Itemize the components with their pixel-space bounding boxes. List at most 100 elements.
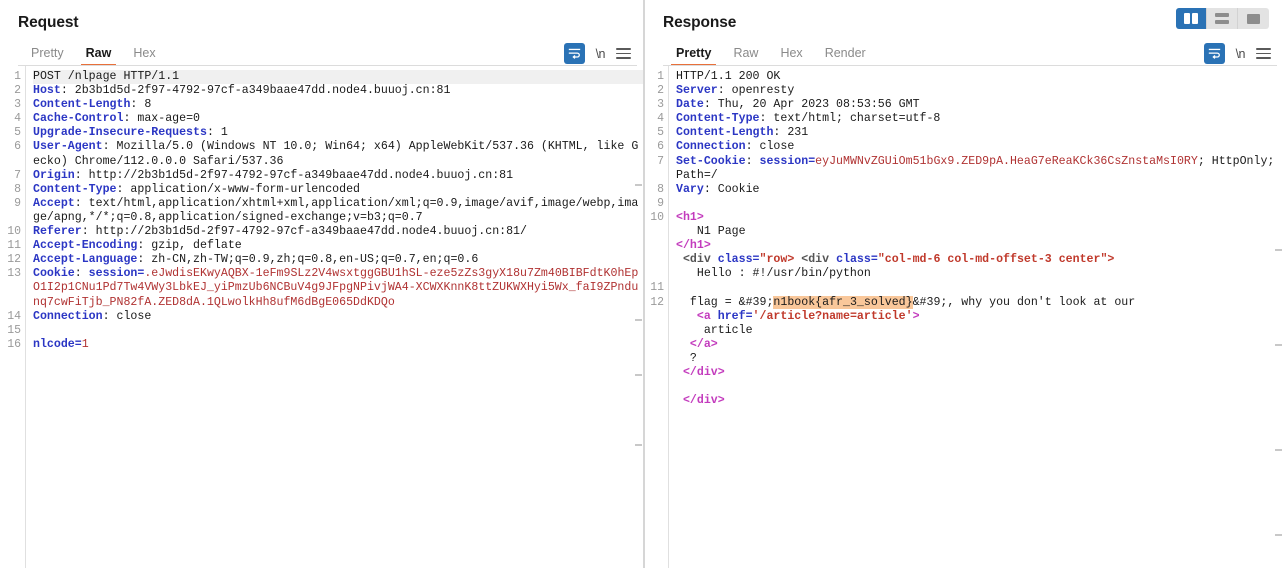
layout-stacked-button[interactable]: [1207, 8, 1238, 29]
code-line: POST /nlpage HTTP/1.1: [33, 70, 645, 85]
line-number: 6: [14, 140, 21, 154]
line-number: 3: [657, 98, 664, 112]
request-line-numbers: 123456 789 10 11 12 13 14 15 16: [0, 66, 26, 568]
code-token: : gzip, deflate: [137, 239, 242, 253]
code-token: <a: [676, 309, 718, 323]
code-token: Vary: [676, 182, 704, 196]
menu-icon[interactable]: [1256, 48, 1271, 59]
code-token: : text/html; charset=utf-8: [759, 112, 941, 126]
code-line: Accept: text/html,application/xhtml+xml,…: [33, 197, 645, 225]
code-token: Content-Type: [676, 112, 760, 126]
request-header: Request Pretty Raw Hex \n: [0, 0, 645, 66]
line-number: [645, 338, 668, 352]
response-line-numbers: 1234567 8 9 10 11 12: [645, 66, 669, 568]
code-token: </div>: [676, 394, 725, 408]
code-line: </a>: [676, 338, 1285, 352]
code-line: Connection: close: [33, 310, 645, 324]
code-token: </a>: [676, 337, 718, 351]
line-number: [645, 380, 668, 394]
code-token: &#39;, why you don't look at our: [912, 295, 1136, 309]
code-token: : Thu, 20 Apr 2023 08:53:56 GMT: [703, 98, 920, 112]
code-token: Cache-Control: [33, 112, 124, 126]
code-line: Referer: http://2b3b1d5d-2f97-4792-97cf-…: [33, 225, 645, 239]
response-panel: Response Pretty Raw Hex Render \n 1 2 3 …: [645, 0, 1285, 568]
line-number: 11: [7, 239, 21, 253]
response-scroll-rail[interactable]: [1274, 144, 1283, 566]
code-token: nlcode=: [33, 337, 82, 351]
code-line: Host: 2b3b1d5d-2f97-4792-97cf-a349baae47…: [33, 84, 645, 98]
scroll-tick: [1275, 449, 1282, 451]
code-token: Content-Length: [33, 98, 131, 112]
code-token: Host: [33, 84, 61, 98]
word-wrap-icon[interactable]: [563, 43, 585, 64]
tab-response-pretty[interactable]: Pretty: [665, 46, 722, 66]
highlighted-flag: n1book{afr_3_solved}: [773, 295, 913, 309]
code-token: Cookie: [33, 267, 75, 281]
code-token: :: [74, 267, 89, 281]
word-wrap-icon[interactable]: [1203, 43, 1225, 64]
request-scroll-rail[interactable]: [634, 144, 643, 566]
code-token: "col-md-6 col-md-offset-3 center">: [877, 253, 1115, 267]
code-token: Server: [676, 84, 718, 98]
tab-response-raw[interactable]: Raw: [722, 46, 769, 66]
code-line: </h1>: [676, 239, 1285, 253]
code-line: Cache-Control: max-age=0: [33, 112, 645, 126]
code-token: "row>: [759, 253, 802, 267]
scroll-tick: [635, 444, 642, 446]
newline-icon[interactable]: \n: [596, 47, 606, 61]
tab-response-hex[interactable]: Hex: [769, 46, 813, 66]
code-token: : max-age=0: [123, 112, 200, 126]
request-code-area[interactable]: 123456 789 10 11 12 13 14 15 16 POST /nlpage …: [0, 66, 645, 568]
single-pane-icon: [1247, 13, 1260, 24]
code-token: eyJuMWNvZGUiOm51bGx9.ZED9pA.HeaG7eReaKCk…: [815, 154, 1198, 168]
code-line: Server: openresty: [676, 84, 1285, 98]
code-line: Accept-Encoding: gzip, deflate: [33, 239, 645, 253]
tab-response-render[interactable]: Render: [814, 46, 877, 66]
code-token: : openresty: [717, 84, 795, 98]
tab-request-pretty[interactable]: Pretty: [20, 46, 75, 66]
line-number: 5: [14, 126, 21, 140]
line-number: 10: [7, 225, 21, 239]
tab-request-hex[interactable]: Hex: [122, 46, 166, 66]
code-token: </h1>: [676, 239, 711, 253]
code-token: : close: [745, 140, 795, 154]
code-token: User-Agent: [33, 140, 103, 154]
code-token: Connection: [676, 140, 746, 154]
code-token: class=: [836, 253, 878, 267]
newline-icon[interactable]: \n: [1236, 47, 1246, 61]
line-number: 11: [650, 281, 664, 295]
line-number: [645, 267, 668, 281]
line-number-cont: [0, 211, 25, 225]
code-line: Content-Type: text/html; charset=utf-8: [676, 112, 1285, 126]
code-token: : text/html,application/xhtml+xml,applic…: [33, 196, 639, 224]
menu-icon[interactable]: [616, 48, 631, 59]
tab-request-raw[interactable]: Raw: [75, 46, 123, 66]
line-number: [645, 366, 668, 380]
scroll-tick: [635, 374, 642, 376]
line-number: 9: [14, 196, 21, 210]
line-number: [645, 310, 668, 324]
code-token: Hello : #!/usr/bin/python: [676, 267, 871, 281]
line-number-cont: [0, 296, 25, 310]
code-line: N1 Page: [676, 225, 1285, 239]
rows-icon: [1215, 13, 1229, 24]
code-token: N1 Page: [676, 225, 746, 239]
code-token: Date: [676, 98, 704, 112]
line-number: 7: [657, 154, 664, 168]
response-code[interactable]: HTTP/1.1 200 OK Server: openresty Date: Th…: [669, 66, 1285, 568]
line-number: 8: [657, 182, 664, 196]
panel-divider[interactable]: [643, 0, 645, 568]
layout-single-button[interactable]: [1238, 8, 1269, 29]
line-number-cont: [0, 155, 25, 169]
layout-side-by-side-button[interactable]: [1176, 8, 1207, 29]
request-code[interactable]: POST /nlpage HTTP/1.1 Host: 2b3b1d5d-2f97…: [26, 66, 645, 568]
response-tab-tools: \n: [1203, 43, 1271, 64]
line-number: 15: [7, 323, 21, 337]
code-line: flag = &#39;n1book{afr_3_solved}&#39;, w…: [676, 295, 1285, 310]
columns-icon: [1184, 13, 1198, 24]
line-number: 1: [657, 70, 664, 83]
response-code-area[interactable]: 1234567 8 9 10 11 12 HTTP/1.1 200 OK Server: …: [645, 66, 1285, 568]
code-token: : Mozilla/5.0 (Windows NT 10.0; Win64; x…: [33, 140, 639, 168]
code-line: Vary: Cookie: [676, 183, 1285, 197]
